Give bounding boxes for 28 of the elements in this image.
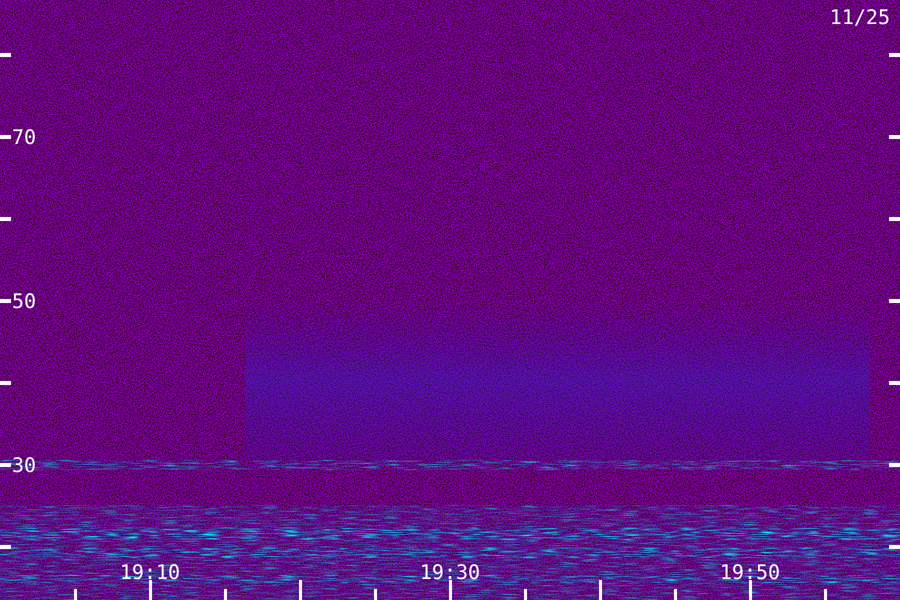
axis-tick [889, 53, 900, 57]
date-label: 11/25 [830, 5, 890, 29]
axis-tick [0, 463, 11, 467]
axis-tick [299, 580, 302, 600]
y-axis-label: 50 [12, 289, 36, 313]
axis-tick [149, 580, 152, 600]
axis-tick [749, 580, 752, 600]
axis-tick [0, 135, 11, 139]
axis-tick [889, 545, 900, 549]
axis-tick [889, 381, 900, 385]
axis-tick [889, 217, 900, 221]
axis-tick [74, 589, 77, 600]
axis-tick [0, 217, 11, 221]
axis-tick [599, 580, 602, 600]
axis-tick [674, 589, 677, 600]
axis-tick [824, 589, 827, 600]
axis-tick [449, 580, 452, 600]
axis-tick [0, 381, 11, 385]
axis-tick [374, 589, 377, 600]
axis-tick [0, 53, 11, 57]
axis-tick [0, 299, 11, 303]
axis-tick [889, 135, 900, 139]
axis-tick [889, 463, 900, 467]
axis-tick [224, 589, 227, 600]
axis-tick [889, 299, 900, 303]
y-axis-label: 70 [12, 125, 36, 149]
axis-tick [524, 589, 527, 600]
axis-tick [0, 545, 11, 549]
